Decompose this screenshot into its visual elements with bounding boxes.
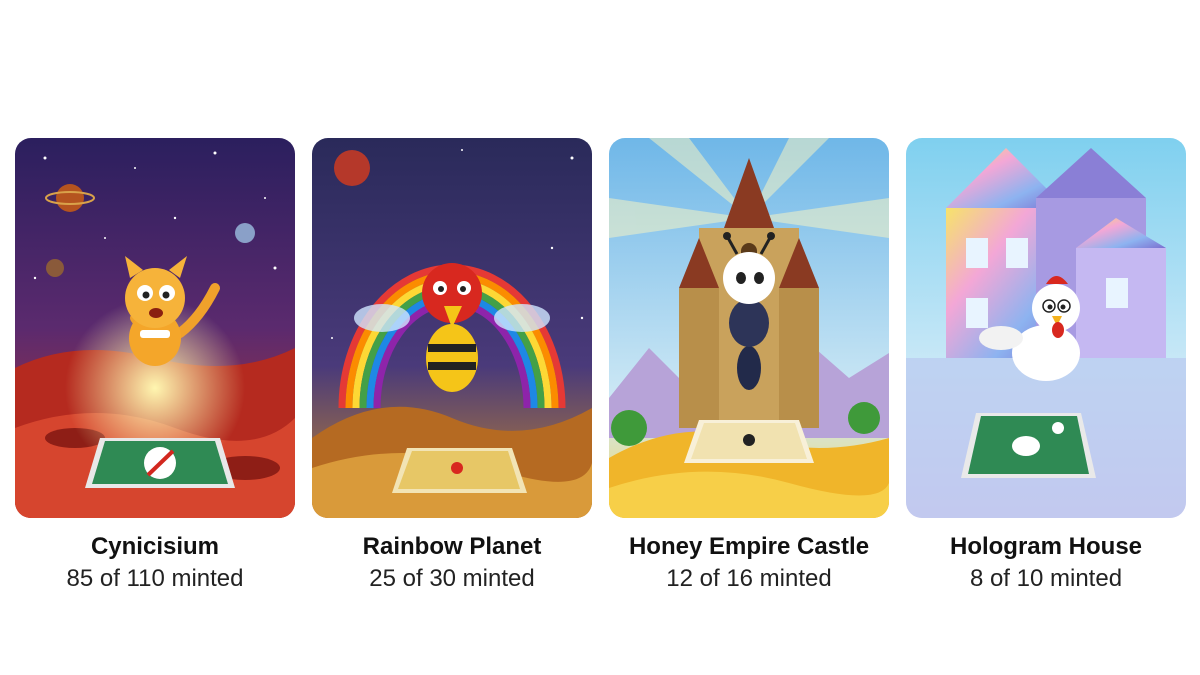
planet-icon: [334, 150, 370, 186]
card-artwork[interactable]: [312, 138, 592, 518]
minted-count: 12 of 16 minted: [666, 565, 832, 592]
nft-card-honey-empire-castle[interactable]: Honey Empire Castle 12 of 16 minted: [609, 138, 889, 594]
red-planet-scene: [15, 138, 295, 518]
nft-card-cynicisium[interactable]: Cynicisium 85 of 110 minted: [15, 138, 295, 594]
card-artwork[interactable]: [609, 138, 889, 518]
game-card-tile: [684, 420, 814, 463]
card-artwork[interactable]: [15, 138, 295, 518]
card-title: Rainbow Planet: [362, 533, 542, 560]
game-card-tile: [961, 413, 1096, 478]
rainbow-scene: [312, 138, 592, 518]
planet-icon: [56, 184, 84, 212]
minted-count: 8 of 10 minted: [969, 565, 1123, 592]
house-scene: [906, 138, 1186, 518]
game-card-tile: [85, 438, 235, 488]
game-card-tile: [392, 448, 527, 493]
card-title: Cynicisium: [90, 533, 220, 560]
minted-count: 85 of 110 minted: [66, 565, 244, 592]
nft-card-rainbow-planet[interactable]: Rainbow Planet 25 of 30 minted: [312, 138, 592, 594]
nft-card-hologram-house[interactable]: Hologram House 8 of 10 minted: [906, 138, 1186, 594]
castle-scene: [609, 138, 889, 518]
card-title: Honey Empire Castle: [628, 533, 870, 560]
card-artwork[interactable]: [906, 138, 1186, 518]
card-title: Hologram House: [949, 533, 1143, 560]
minted-count: 25 of 30 minted: [369, 565, 535, 592]
